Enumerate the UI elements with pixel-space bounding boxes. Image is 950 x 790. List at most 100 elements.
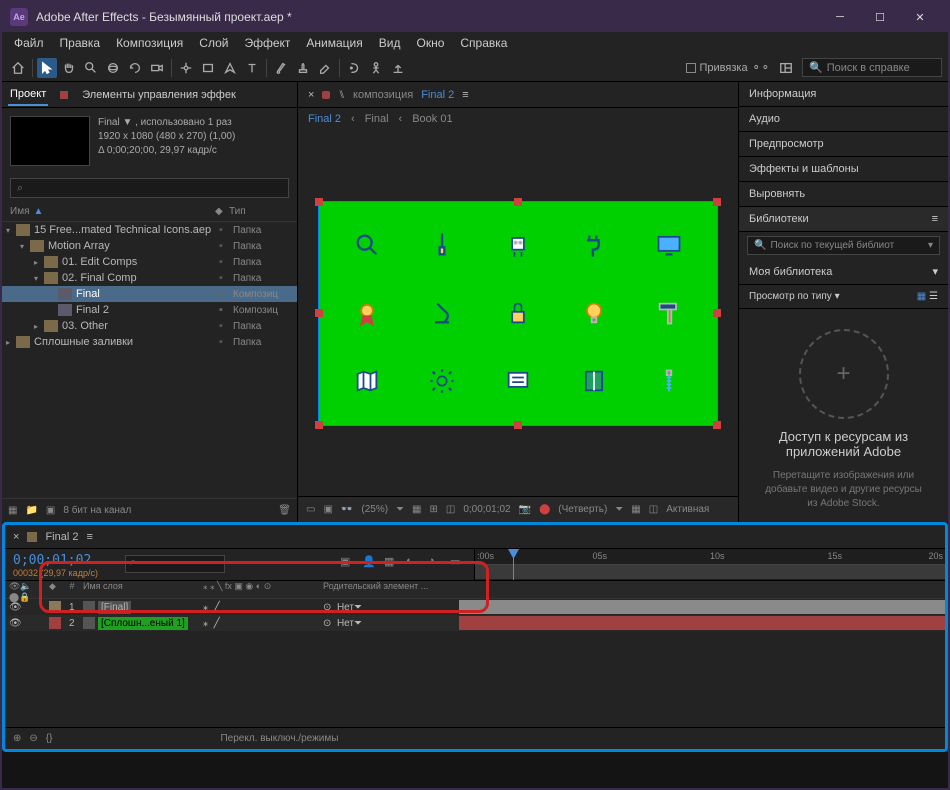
col-name-header[interactable]: Имя [10,206,29,217]
snapshot-icon[interactable]: 📷 [519,504,531,515]
trash-icon[interactable]: 🗑 [278,505,291,516]
disclosure-arrow-icon[interactable]: ▸ [34,258,44,267]
col-type-header[interactable]: Тип [229,206,289,217]
tree-row[interactable]: ▾02. Final Comp▪Папка [2,270,297,286]
panel-menu-icon[interactable]: ≡ [932,213,938,225]
comp-mini-icon[interactable]: ▣ [340,555,356,571]
library-filter[interactable]: Просмотр по типу ▾ ▦ ☰ [739,285,948,309]
guides-icon[interactable]: ◫ [446,504,455,515]
tree-row[interactable]: ▸Сплошные заливки▪Папка [2,334,297,350]
camera-dropdown[interactable]: Активная [666,504,709,515]
layer-name[interactable]: [Сплошн...еный 1] [98,617,188,630]
visibility-icon[interactable]: 👁 [9,618,22,629]
color-mgmt-icon[interactable]: ⬤ [539,504,550,515]
grid-icon[interactable]: ⊞ [430,504,438,515]
align-panel-tab[interactable]: Выровнять [739,182,948,207]
hand-tool-icon[interactable] [59,58,79,78]
library-selector[interactable]: Моя библиотека▾ [739,259,948,285]
res-icon[interactable]: ▦ [412,504,421,515]
shy-icon[interactable]: 👤 [362,555,378,571]
eraser-tool-icon[interactable] [315,58,335,78]
library-search[interactable]: 🔍Поиск по текущей библиот▾ [747,236,940,255]
snap-options-icon[interactable]: ⚬⚬ [752,61,770,74]
selection-tool-icon[interactable] [37,58,57,78]
label-color[interactable] [49,617,61,629]
menu-help[interactable]: Справка [452,34,515,52]
bpc-label[interactable]: 8 бит на канал [63,505,131,516]
puppet-tool-icon[interactable] [366,58,386,78]
pen-tool-icon[interactable] [220,58,240,78]
tree-row[interactable]: ▸01. Edit Comps▪Папка [2,254,297,270]
alpha-icon[interactable]: ▣ [323,504,332,515]
project-tree[interactable]: ▾15 Free...mated Technical Icons.aep▪Пап… [2,222,297,498]
info-panel-tab[interactable]: Информация [739,82,948,107]
disclosure-arrow-icon[interactable]: ▸ [34,322,44,331]
breadcrumb-item[interactable]: Final [365,113,389,125]
viewer-timecode[interactable]: 0;00;01;02 [463,504,510,515]
comp-thumbnail[interactable] [10,116,90,166]
tab-effect-controls[interactable]: Элементы управления эффек [80,85,238,105]
tree-row[interactable]: Final 2▪Композиц [2,302,297,318]
panel-menu-icon[interactable]: ≡ [462,89,468,101]
motion-blur-icon[interactable]: ◐ [406,555,422,571]
tree-row[interactable]: ▸03. Other▪Папка [2,318,297,334]
timeline-tab[interactable]: Final 2 [45,531,78,543]
layer-row[interactable]: 👁2[Сплошн...еный 1]⁎ ╱⊙ Нет⏷ [5,615,945,631]
layer-bar[interactable] [459,600,945,614]
toggle-modes-button[interactable]: Перекл. выключ./режимы [220,733,338,744]
work-area[interactable] [475,565,945,579]
visibility-icon[interactable]: 👁 [9,602,22,613]
comp-tab-name[interactable]: Final 2 [421,89,454,101]
project-search-input[interactable] [10,178,289,198]
disclosure-arrow-icon[interactable]: ▾ [20,242,30,251]
rotate-tool-icon[interactable] [125,58,145,78]
layer-search[interactable]: ⌕ [125,555,225,573]
viewer[interactable] [298,130,738,496]
camera-tool-icon[interactable] [147,58,167,78]
tree-row[interactable]: ▾Motion Array▪Папка [2,238,297,254]
text-tool-icon[interactable] [242,58,262,78]
disclosure-arrow-icon[interactable]: ▾ [6,226,16,235]
quality-dropdown[interactable]: (Четверть) [558,504,607,515]
menu-edit[interactable]: Правка [52,34,109,52]
breadcrumb-item[interactable]: Final 2 [308,113,341,125]
interpret-icon[interactable]: ▦ [8,505,17,516]
disclosure-arrow-icon[interactable]: ▸ [6,338,16,347]
zoom-dropdown[interactable]: (25%) [361,504,388,515]
effects-panel-tab[interactable]: Эффекты и шаблоны [739,157,948,182]
tree-row[interactable]: Final▪Композиц [2,286,297,302]
brush-tool-icon[interactable] [271,58,291,78]
menu-effect[interactable]: Эффект [236,34,298,52]
home-tool-icon[interactable] [8,58,28,78]
rect-tool-icon[interactable] [198,58,218,78]
list-view-icon[interactable]: ☰ [929,291,938,302]
tab-project[interactable]: Проект [8,84,48,106]
new-folder-icon[interactable]: 📁 [25,505,37,516]
menu-window[interactable]: Окно [408,34,452,52]
playhead[interactable] [513,549,514,580]
stamp-tool-icon[interactable] [293,58,313,78]
tree-row[interactable]: ▾15 Free...mated Technical Icons.aep▪Пап… [2,222,297,238]
menu-composition[interactable]: Композиция [108,34,191,52]
panel-menu-icon[interactable]: ≡ [86,531,92,543]
help-search[interactable]: 🔍 Поиск в справке [802,58,942,77]
expand-icon[interactable]: ⊖ [29,733,37,744]
frame-blend-icon[interactable]: ▦ [384,555,400,571]
parent-dropdown[interactable]: ⊙ Нет⏷ [319,602,459,613]
zoom-tool-icon[interactable] [81,58,101,78]
preview-panel-tab[interactable]: Предпросмотр [739,132,948,157]
layer-switches[interactable]: ⁎ ╱ [199,618,319,629]
graph-editor-icon[interactable]: ◔ [428,555,444,571]
local-axis-icon[interactable] [388,58,408,78]
menu-layer[interactable]: Слой [191,34,236,52]
snap-toggle[interactable]: Привязка ⚬⚬ [686,61,771,74]
parent-dropdown[interactable]: ⊙ Нет⏷ [319,618,459,629]
disclosure-arrow-icon[interactable]: ▾ [34,274,44,283]
close-button[interactable]: ✕ [900,2,940,32]
orbit-tool-icon[interactable] [103,58,123,78]
minimize-button[interactable]: ─ [820,2,860,32]
mask-icon[interactable]: 👓 [341,504,353,515]
add-asset-dropzone[interactable]: + [799,329,889,419]
3d-icon[interactable]: ◫ [649,504,658,515]
anchor-tool-icon[interactable] [176,58,196,78]
